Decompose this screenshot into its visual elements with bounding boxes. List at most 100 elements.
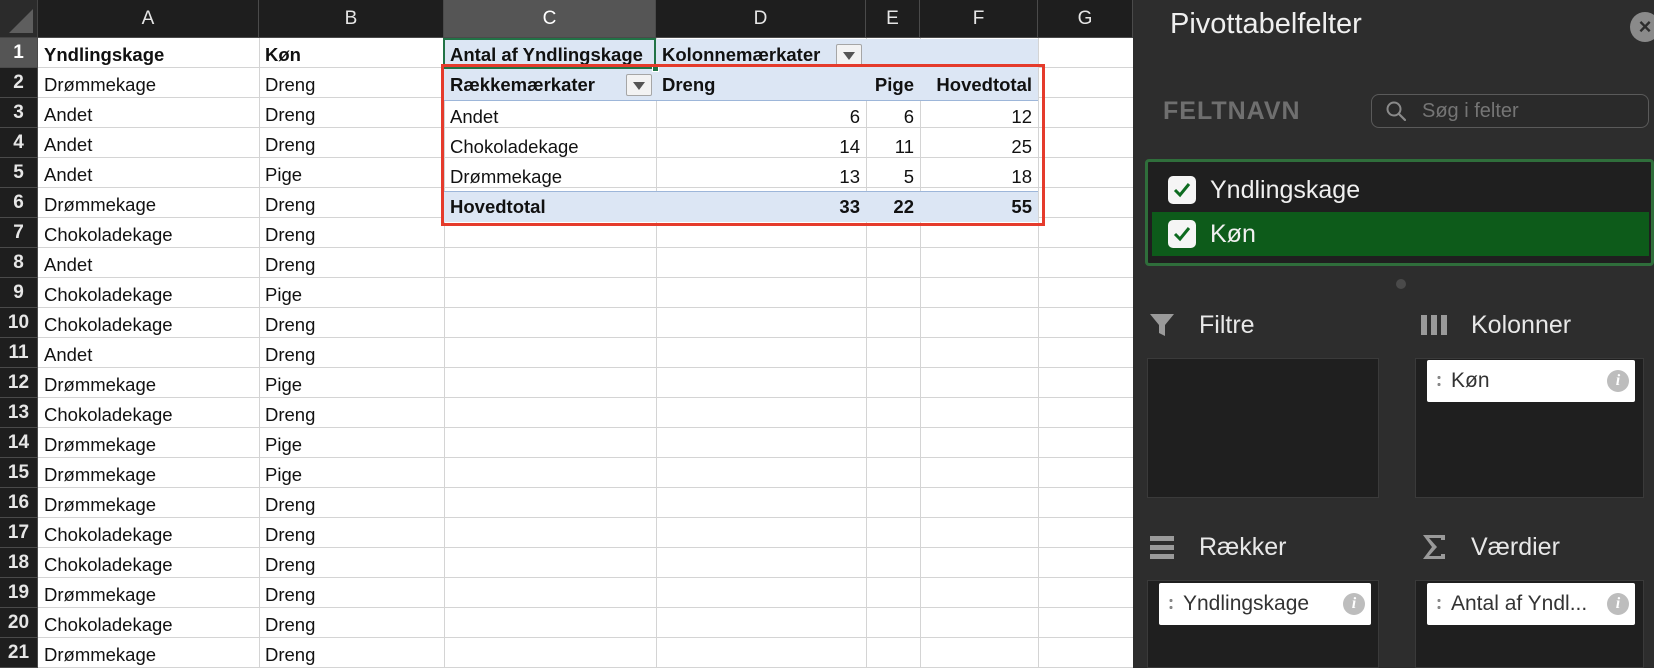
row-header-11[interactable]: 11 bbox=[0, 338, 38, 368]
cell-a7[interactable]: Chokoladekage bbox=[38, 220, 259, 250]
cell-a17[interactable]: Chokoladekage bbox=[38, 520, 259, 550]
column-header-a[interactable]: A bbox=[38, 0, 259, 38]
cell-b4[interactable]: Dreng bbox=[259, 130, 444, 160]
field-label: Køn bbox=[1210, 219, 1256, 248]
cell-b6[interactable]: Dreng bbox=[259, 190, 444, 220]
info-icon[interactable]: i bbox=[1607, 370, 1629, 392]
row-header-19[interactable]: 19 bbox=[0, 578, 38, 608]
cell-b11[interactable]: Dreng bbox=[259, 340, 444, 370]
cell-a2[interactable]: Drømmekage bbox=[38, 70, 259, 100]
cell-b12[interactable]: Pige bbox=[259, 370, 444, 400]
cell-a4[interactable]: Andet bbox=[38, 130, 259, 160]
cell-b7[interactable]: Dreng bbox=[259, 220, 444, 250]
field-name-label: FELTNAVN bbox=[1163, 97, 1301, 125]
cell-b20[interactable]: Dreng bbox=[259, 610, 444, 640]
filters-zone-header: Filtre bbox=[1147, 310, 1255, 340]
row-header-9[interactable]: 9 bbox=[0, 278, 38, 308]
panel-title: Pivottabelfelter bbox=[1170, 8, 1362, 40]
cell-b1[interactable]: Køn bbox=[259, 40, 444, 70]
row-header-8[interactable]: 8 bbox=[0, 248, 38, 278]
column-header-f[interactable]: F bbox=[920, 0, 1038, 38]
column-header-d[interactable]: D bbox=[656, 0, 866, 38]
values-zone-header: Værdier bbox=[1419, 532, 1560, 562]
cell-a9[interactable]: Chokoladekage bbox=[38, 280, 259, 310]
cell-a1[interactable]: Yndlingskage bbox=[38, 40, 259, 70]
cell-b16[interactable]: Dreng bbox=[259, 490, 444, 520]
cell-b13[interactable]: Dreng bbox=[259, 400, 444, 430]
filter-icon bbox=[1147, 310, 1177, 340]
column-filter-dropdown[interactable] bbox=[836, 44, 862, 66]
row-header-16[interactable]: 16 bbox=[0, 488, 38, 518]
info-icon[interactable]: i bbox=[1343, 593, 1365, 615]
row-header-7[interactable]: 7 bbox=[0, 218, 38, 248]
row-header-3[interactable]: 3 bbox=[0, 98, 38, 128]
cell-a16[interactable]: Drømmekage bbox=[38, 490, 259, 520]
cell-b15[interactable]: Pige bbox=[259, 460, 444, 490]
cell-b2[interactable]: Dreng bbox=[259, 70, 444, 100]
close-icon[interactable]: × bbox=[1630, 12, 1654, 42]
row-header-5[interactable]: 5 bbox=[0, 158, 38, 188]
cell-a11[interactable]: Andet bbox=[38, 340, 259, 370]
cell-b5[interactable]: Pige bbox=[259, 160, 444, 190]
column-header-e[interactable]: E bbox=[866, 0, 920, 38]
column-header-g[interactable]: G bbox=[1038, 0, 1133, 38]
field-label: Yndlingskage bbox=[1210, 175, 1361, 204]
cell-a5[interactable]: Andet bbox=[38, 160, 259, 190]
row-header-2[interactable]: 2 bbox=[0, 68, 38, 98]
row-header-15[interactable]: 15 bbox=[0, 458, 38, 488]
cell-b19[interactable]: Dreng bbox=[259, 580, 444, 610]
rows-icon bbox=[1147, 532, 1177, 562]
cell-a13[interactable]: Chokoladekage bbox=[38, 400, 259, 430]
cell-a21[interactable]: Drømmekage bbox=[38, 640, 259, 668]
cell-a15[interactable]: Drømmekage bbox=[38, 460, 259, 490]
column-header-c[interactable]: C bbox=[444, 0, 656, 38]
row-header-6[interactable]: 6 bbox=[0, 188, 38, 218]
cell-b3[interactable]: Dreng bbox=[259, 100, 444, 130]
values-field-pill[interactable]: Antal af Yndl... i bbox=[1427, 583, 1635, 625]
cell-b18[interactable]: Dreng bbox=[259, 550, 444, 580]
cell-b21[interactable]: Dreng bbox=[259, 640, 444, 668]
spreadsheet-grid[interactable]: A B C D E F G 1 2 3 4 5 6 7 8 9 10 11 12 13 14 15 16 17 1… bbox=[0, 0, 1133, 668]
cell-a19[interactable]: Drømmekage bbox=[38, 580, 259, 610]
cell-a10[interactable]: Chokoladekage bbox=[38, 310, 259, 340]
cell-b14[interactable]: Pige bbox=[259, 430, 444, 460]
cell-a6[interactable]: Drømmekage bbox=[38, 190, 259, 220]
cell-a18[interactable]: Chokoladekage bbox=[38, 550, 259, 580]
row-header-4[interactable]: 4 bbox=[0, 128, 38, 158]
cell-b10[interactable]: Dreng bbox=[259, 310, 444, 340]
cell-a14[interactable]: Drømmekage bbox=[38, 430, 259, 460]
search-input[interactable] bbox=[1422, 95, 1642, 127]
cell-a12[interactable]: Drømmekage bbox=[38, 370, 259, 400]
row-header-10[interactable]: 10 bbox=[0, 308, 38, 338]
info-icon[interactable]: i bbox=[1607, 593, 1629, 615]
row-header-14[interactable]: 14 bbox=[0, 428, 38, 458]
field-list: Yndlingskage Køn bbox=[1145, 159, 1654, 266]
checkbox-kon[interactable] bbox=[1168, 220, 1196, 248]
columns-field-pill[interactable]: Køn i bbox=[1427, 360, 1635, 402]
field-item-kon[interactable]: Køn bbox=[1152, 212, 1649, 256]
filters-drop-zone[interactable] bbox=[1147, 358, 1379, 498]
cell-b8[interactable]: Dreng bbox=[259, 250, 444, 280]
cell-a8[interactable]: Andet bbox=[38, 250, 259, 280]
highlight-box bbox=[441, 64, 1045, 226]
splitter-handle[interactable] bbox=[1396, 279, 1406, 289]
row-header-20[interactable]: 20 bbox=[0, 608, 38, 638]
search-box[interactable] bbox=[1371, 94, 1649, 128]
row-header-13[interactable]: 13 bbox=[0, 398, 38, 428]
select-all-corner[interactable] bbox=[0, 0, 38, 38]
row-header-17[interactable]: 17 bbox=[0, 518, 38, 548]
cell-a20[interactable]: Chokoladekage bbox=[38, 610, 259, 640]
row-header-12[interactable]: 12 bbox=[0, 368, 38, 398]
cell-b9[interactable]: Pige bbox=[259, 280, 444, 310]
cell-a3[interactable]: Andet bbox=[38, 100, 259, 130]
search-icon bbox=[1386, 101, 1406, 121]
cell-b17[interactable]: Dreng bbox=[259, 520, 444, 550]
row-header-18[interactable]: 18 bbox=[0, 548, 38, 578]
row-header-21[interactable]: 21 bbox=[0, 638, 38, 668]
checkbox-yndlingskage[interactable] bbox=[1168, 176, 1196, 204]
rows-field-pill[interactable]: Yndlingskage i bbox=[1159, 583, 1371, 625]
field-item-yndlingskage[interactable]: Yndlingskage bbox=[1152, 168, 1649, 212]
row-header-1[interactable]: 1 bbox=[0, 38, 38, 68]
pivot-fields-panel: Pivottabelfelter × FELTNAVN Yndlingskage… bbox=[1133, 0, 1654, 668]
column-header-b[interactable]: B bbox=[259, 0, 444, 38]
